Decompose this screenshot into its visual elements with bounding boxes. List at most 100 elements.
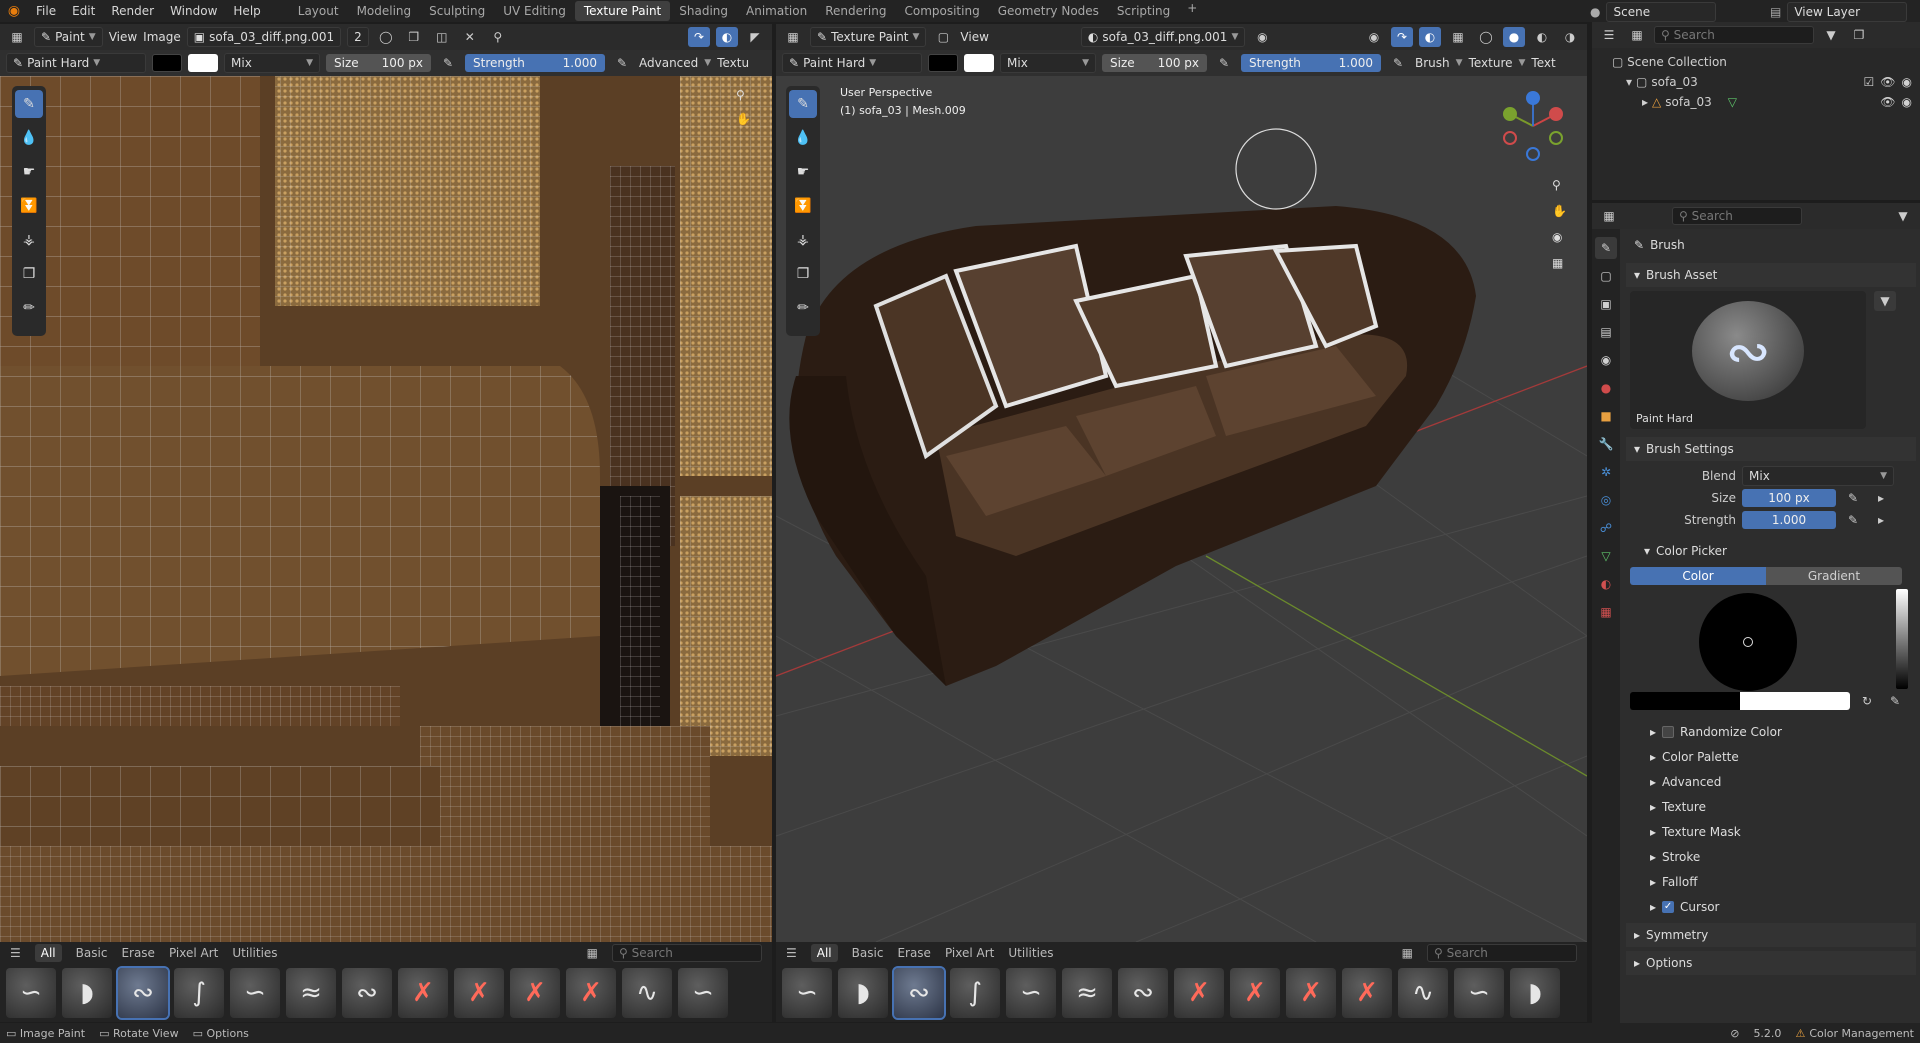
eye-icon[interactable]: 👁 [1880, 92, 1895, 112]
brush-menu[interactable]: Brush [1415, 56, 1450, 70]
color-management-warning[interactable]: ⚠ Color Management [1795, 1027, 1914, 1040]
material-tab-icon[interactable]: ◐ [1595, 573, 1617, 595]
brush-thumb[interactable]: ∫ [950, 968, 1000, 1018]
blend-dropdown[interactable]: Mix ▼ [1742, 466, 1894, 486]
constraints-tab-icon[interactable]: ☍ [1595, 517, 1617, 539]
scene-collection-row[interactable]: ▢ Scene Collection [1612, 52, 1912, 72]
brush-thumb-eraser[interactable]: ✗ [1342, 968, 1392, 1018]
pressure-strength-icon[interactable]: ✎ [611, 53, 633, 73]
data-tab-icon[interactable]: ▽ [1595, 545, 1617, 567]
tab-animation[interactable]: Animation [737, 1, 816, 21]
grid-view-icon[interactable]: ▦ [587, 946, 598, 960]
size-field[interactable]: Size 100 px [1102, 54, 1207, 72]
tab-texture-paint[interactable]: Texture Paint [574, 1, 671, 21]
randomize-color-row[interactable]: ▸ Randomize Color [1626, 719, 1916, 744]
cursor-row[interactable]: ▸ ✓ Cursor [1626, 894, 1916, 919]
brush-thumb-eraser[interactable]: ✗ [1174, 968, 1224, 1018]
properties-search-input[interactable]: ⚲ Search [1672, 207, 1802, 225]
output-tab-icon[interactable]: ▣ [1595, 293, 1617, 315]
editor-type-icon[interactable]: ☰ [1598, 25, 1620, 45]
blender-logo-icon[interactable]: ◉ [0, 0, 28, 22]
brush-thumb[interactable]: ∾ [342, 968, 392, 1018]
brush-thumb-eraser[interactable]: ✗ [1230, 968, 1280, 1018]
menu-help[interactable]: Help [225, 4, 268, 18]
brush-asset-panel-header[interactable]: ▾ Brush Asset [1626, 263, 1916, 287]
fill-icon[interactable]: ⚶ [15, 226, 43, 254]
expand-icon[interactable]: ▸ [1870, 510, 1892, 530]
stroke-row[interactable]: ▸ Stroke [1626, 844, 1916, 869]
soften-icon[interactable]: 💧 [15, 124, 43, 152]
brush-settings-panel-header[interactable]: ▾ Brush Settings [1626, 437, 1916, 461]
text-menu[interactable]: Text [1531, 56, 1555, 70]
rendered-shading-icon[interactable]: ◑ [1559, 27, 1581, 47]
secondary-color-swatch[interactable] [964, 54, 994, 72]
brush-thumb[interactable]: ∫ [174, 968, 224, 1018]
render-tab-icon[interactable]: ▢ [1595, 265, 1617, 287]
smear-icon[interactable]: ☛ [789, 158, 817, 186]
shelf-search-input[interactable]: ⚲ Search [612, 944, 762, 962]
user-count[interactable]: 2 [347, 27, 369, 47]
display-mode-icon[interactable]: ▦ [1626, 25, 1648, 45]
camera-icon[interactable]: ◉ [1552, 230, 1567, 244]
zoom-icon[interactable]: ⚲ [1552, 178, 1567, 192]
brush-thumb[interactable]: ∽ [230, 968, 280, 1018]
menu-view[interactable]: View [109, 30, 137, 44]
tab-sculpting[interactable]: Sculpting [420, 1, 494, 21]
brush-thumb[interactable]: ∾ [1118, 968, 1168, 1018]
tab-modeling[interactable]: Modeling [348, 1, 421, 21]
physics-tab-icon[interactable]: ◎ [1595, 489, 1617, 511]
texture-paint-mode-dropdown[interactable]: ✎ Texture Paint ▼ [810, 27, 927, 47]
view-layer-tab-icon[interactable]: ▤ [1595, 321, 1617, 343]
mask-toggle-icon[interactable]: ▢ [932, 27, 954, 47]
shelf-tab-erase[interactable]: Erase [121, 946, 155, 960]
shelf-tab-pixel-art[interactable]: Pixel Art [945, 946, 994, 960]
new-collection-icon[interactable]: ❐ [1848, 25, 1870, 45]
wireframe-shading-icon[interactable]: ◯ [1475, 27, 1497, 47]
menu-file[interactable]: File [28, 4, 64, 18]
strength-field[interactable]: 1.000 [1742, 511, 1836, 529]
hamburger-icon[interactable]: ☰ [10, 946, 21, 960]
fake-user-icon[interactable]: ◯ [375, 27, 397, 47]
tool-tab-icon[interactable]: ✎ [1595, 237, 1617, 259]
gizmo-toggle-icon[interactable]: ↷ [1391, 27, 1413, 47]
brush-thumb[interactable]: ◗ [838, 968, 888, 1018]
menu-edit[interactable]: Edit [64, 4, 103, 18]
options-panel-header[interactable]: ▸ Options [1626, 951, 1916, 975]
object-tab-icon[interactable]: ■ [1595, 405, 1617, 427]
primary-color-swatch[interactable] [928, 54, 958, 72]
shading-dot-icon[interactable]: ◉ [1251, 27, 1273, 47]
shelf-tab-all[interactable]: All [810, 944, 838, 962]
clone-icon[interactable]: ⏬ [789, 192, 817, 220]
texture-menu[interactable]: Texture [1469, 56, 1513, 70]
mask-icon[interactable]: ❐ [789, 260, 817, 288]
shelf-tab-erase[interactable]: Erase [897, 946, 931, 960]
world-tab-icon[interactable]: ● [1595, 377, 1617, 399]
annotate-icon[interactable]: ✏ [15, 294, 43, 322]
advanced-row[interactable]: ▸ Advanced [1626, 769, 1916, 794]
shelf-tab-utilities[interactable]: Utilities [232, 946, 277, 960]
outliner-row-collection[interactable]: ▾ ▢ sofa_03 ☑ 👁 ◉ [1612, 72, 1912, 92]
modifier-tab-icon[interactable]: 🔧 [1595, 433, 1617, 455]
color-tab[interactable]: Color [1630, 567, 1766, 585]
editor-type-icon[interactable]: ▦ [6, 27, 28, 47]
outliner-row-object[interactable]: ▸ △ sofa_03 ▽ 👁 ◉ [1612, 92, 1912, 112]
secondary-color-swatch[interactable] [188, 54, 218, 72]
brush-thumb[interactable]: ∿ [622, 968, 672, 1018]
pin-icon[interactable]: ⚲ [487, 27, 509, 47]
secondary-color-swatch[interactable] [1740, 692, 1850, 710]
brush-thumb-paint-hard[interactable]: ∾ [892, 966, 946, 1020]
gizmo-toggle-icon[interactable]: ↷ [688, 27, 710, 47]
pan-hand-icon[interactable]: ✋ [1552, 204, 1567, 218]
display-channels-icon[interactable]: ◤ [744, 27, 766, 47]
paint-mode-dropdown[interactable]: ✎ Paint ▼ [34, 27, 103, 47]
texture-mask-row[interactable]: ▸ Texture Mask [1626, 819, 1916, 844]
gizmo-x-axis[interactable] [1549, 107, 1563, 121]
xray-icon[interactable]: ▦ [1447, 27, 1469, 47]
shelf-tab-pixel-art[interactable]: Pixel Art [169, 946, 218, 960]
strength-field[interactable]: Strength 1.000 [1241, 54, 1381, 72]
falloff-row[interactable]: ▸ Falloff [1626, 869, 1916, 894]
scene-field[interactable]: Scene [1606, 2, 1717, 22]
swap-colors-icon[interactable]: ↻ [1856, 691, 1878, 711]
menu-window[interactable]: Window [162, 4, 225, 18]
brush-thumb-eraser[interactable]: ✗ [454, 968, 504, 1018]
